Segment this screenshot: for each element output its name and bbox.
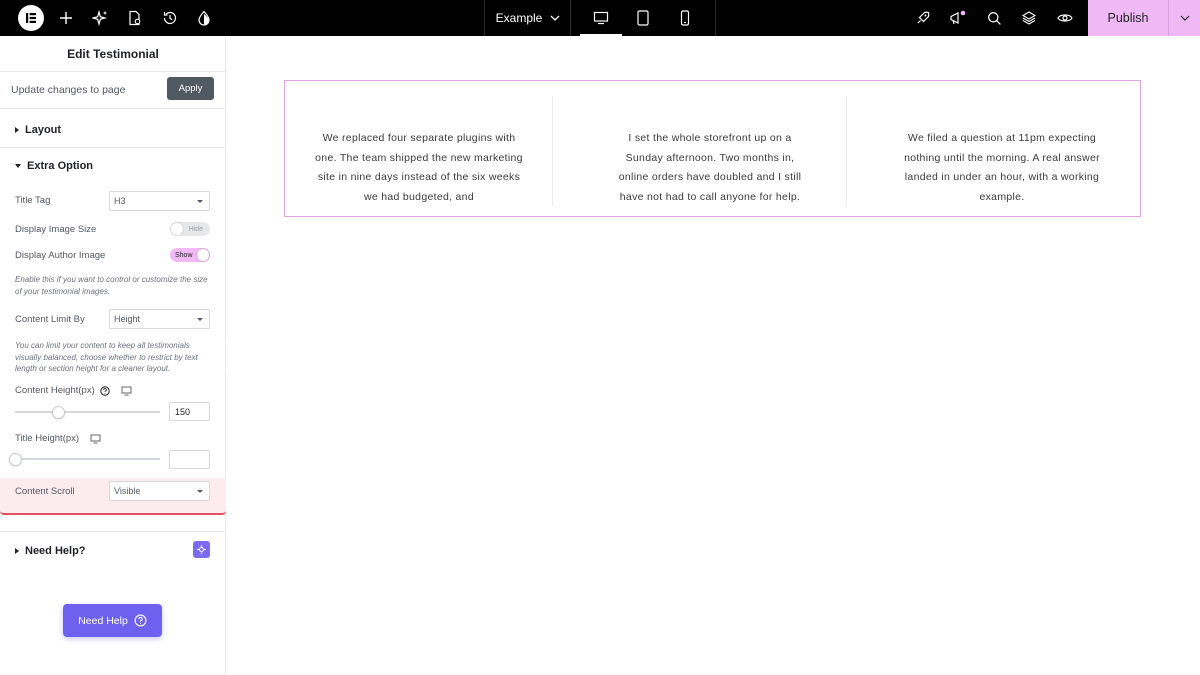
mobile-icon[interactable] xyxy=(664,0,706,36)
content-scroll-select[interactable]: Visible xyxy=(109,481,210,501)
testimonial-text: We filed a question at 11pm expecting no… xyxy=(904,132,1100,203)
plus-icon[interactable] xyxy=(48,0,84,36)
testimonial-card: I set the whole storefront up on a Sunda… xyxy=(610,96,810,208)
desktop-responsive-icon[interactable] xyxy=(90,434,101,444)
content-limit-label-text: Content Limit By xyxy=(15,314,85,325)
desktop-responsive-icon[interactable] xyxy=(121,386,132,396)
section-extra-option[interactable]: Extra Option xyxy=(0,147,226,184)
site-selector[interactable]: Example xyxy=(486,0,570,36)
display-author-image-toggle[interactable]: Show xyxy=(170,248,210,262)
tablet-icon[interactable] xyxy=(622,0,664,36)
update-changes-text: Update changes to page xyxy=(11,84,126,96)
caret-right-icon xyxy=(15,126,19,133)
caret-down-icon xyxy=(197,490,203,493)
title-height-input[interactable] xyxy=(169,450,210,469)
toggle-state-label: Hide xyxy=(188,225,203,233)
content-limit-value: Height xyxy=(114,314,141,324)
panel-title: Edit Testimonial xyxy=(0,36,226,72)
content-scroll-value: Visible xyxy=(114,486,141,496)
display-author-image-label: Display Author Image xyxy=(15,250,105,261)
theme-style-icon[interactable] xyxy=(186,0,222,36)
divider xyxy=(846,96,847,206)
toggle-knob xyxy=(170,222,184,236)
divider xyxy=(484,0,485,36)
chevron-down-icon xyxy=(1180,15,1189,21)
section-extra-option-label: Extra Option xyxy=(27,159,94,172)
site-name: Example xyxy=(495,11,543,25)
history-icon[interactable] xyxy=(152,0,188,36)
layers-icon[interactable] xyxy=(1011,0,1047,36)
content-height-value: 150 xyxy=(175,406,191,417)
divider xyxy=(715,0,716,36)
publish-button[interactable]: Publish xyxy=(1088,0,1168,36)
title-height-slider-track[interactable] xyxy=(15,458,160,460)
search-icon[interactable] xyxy=(976,0,1012,36)
editor-panel: Edit Testimonial Update changes to page … xyxy=(0,36,226,675)
help-circle-icon[interactable] xyxy=(100,385,110,396)
title-height-label-text: Title Height(px) xyxy=(15,433,80,444)
content-height-slider-handle[interactable] xyxy=(52,406,65,419)
top-bar: Example Publish xyxy=(0,0,1200,36)
divider xyxy=(552,96,553,206)
notifications-icon[interactable] xyxy=(940,0,976,36)
content-height-input[interactable]: 150 xyxy=(169,402,210,421)
section-need-help-label: Need Help? xyxy=(25,544,86,557)
apply-button[interactable]: Apply xyxy=(167,77,214,100)
title-height-label: Title Height(px) xyxy=(15,433,101,444)
need-help-button[interactable]: Need Help xyxy=(63,604,162,637)
display-author-image-label-text: Display Author Image xyxy=(15,250,106,261)
caret-down-icon xyxy=(197,200,203,203)
testimonial-widget[interactable]: We replaced four separate plugins with o… xyxy=(284,80,1141,217)
testimonial-text: I set the whole storefront up on a Sunda… xyxy=(618,132,802,203)
title-tag-label-text: Title Tag xyxy=(15,195,51,206)
help-circle-icon xyxy=(134,614,147,627)
toggle-knob xyxy=(196,248,210,262)
need-help-button-label: Need Help xyxy=(78,614,128,627)
plugin-badge-icon[interactable] xyxy=(193,541,210,558)
caret-down-icon xyxy=(15,163,21,168)
section-layout[interactable]: Layout xyxy=(0,111,226,148)
preview-eye-icon[interactable] xyxy=(1047,0,1083,36)
caret-down-icon xyxy=(197,318,203,321)
title-tag-value: H3 xyxy=(114,196,126,206)
elementor-logo-icon[interactable] xyxy=(18,5,44,31)
content-limit-label: Content Limit By xyxy=(15,314,85,325)
testimonial-text: We replaced four separate plugins with o… xyxy=(315,132,523,203)
desktop-icon[interactable] xyxy=(580,0,622,36)
testimonial-card: We replaced four separate plugins with o… xyxy=(315,96,523,208)
content-scroll-label: Content Scroll xyxy=(15,486,75,497)
caret-right-icon xyxy=(15,547,19,554)
chevron-down-icon xyxy=(550,15,560,21)
divider xyxy=(570,0,571,36)
testimonial-card: We filed a question at 11pm expecting no… xyxy=(897,96,1107,208)
content-scroll-label-text: Content Scroll xyxy=(15,486,75,497)
section-layout-label: Layout xyxy=(25,123,62,136)
content-height-label: Content Height(px) xyxy=(15,385,132,396)
display-image-size-toggle[interactable]: Hide xyxy=(170,222,210,236)
sparkle-icon[interactable] xyxy=(82,0,118,36)
rocket-icon[interactable] xyxy=(905,0,941,36)
content-height-slider-track[interactable] xyxy=(15,411,160,413)
content-height-label-text: Content Height(px) xyxy=(15,385,95,396)
author-image-description: Enable this if you want to control or cu… xyxy=(15,275,208,296)
title-tag-label: Title Tag xyxy=(15,195,50,206)
display-image-size-label-text: Display Image Size xyxy=(15,224,97,235)
display-image-size-label: Display Image Size xyxy=(15,224,96,235)
publish-options-button[interactable] xyxy=(1169,0,1200,36)
toggle-state-label: Show xyxy=(175,251,193,259)
content-limit-select[interactable]: Height xyxy=(109,309,210,329)
title-tag-select[interactable]: H3 xyxy=(109,191,210,211)
content-limit-description: You can limit your content to keep all t… xyxy=(15,341,198,374)
title-height-slider-handle[interactable] xyxy=(9,453,22,466)
page-settings-icon[interactable] xyxy=(117,0,153,36)
